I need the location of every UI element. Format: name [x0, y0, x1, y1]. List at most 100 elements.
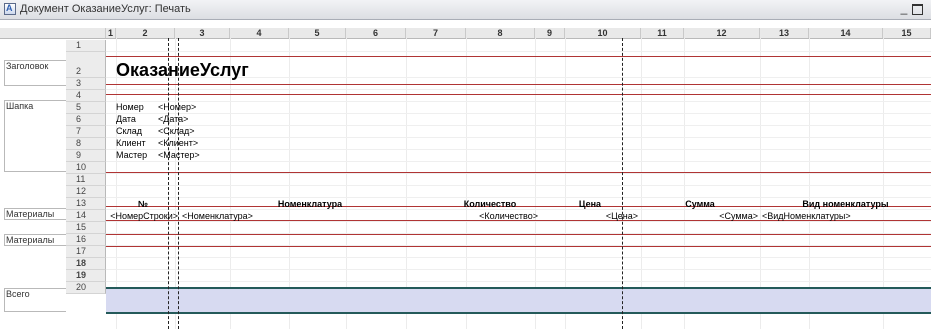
table-column-header: Номенклатура: [277, 199, 343, 209]
total-band: [106, 288, 931, 312]
column-header[interactable]: 6: [346, 28, 406, 38]
row-header[interactable]: 18: [66, 258, 106, 270]
grid-row-line: [106, 281, 931, 282]
column-header[interactable]: 15: [883, 28, 931, 38]
grid-column-line: [883, 38, 884, 329]
minimize-button[interactable]: _: [897, 1, 911, 17]
doc-title: ОказаниеУслуг: [116, 60, 249, 80]
table-parameter-cell: <Цена>: [605, 211, 638, 221]
table-column-header: Сумма: [685, 199, 715, 209]
table-parameter-cell: <ВидНоменклатуры>: [762, 211, 851, 221]
table-column-header: Количество: [463, 199, 517, 209]
print-form-window: Документ ОказаниеУслуг: Печать _ 1234567…: [0, 0, 931, 329]
grid-row-line: [106, 257, 931, 258]
row-header[interactable]: 5: [66, 102, 106, 114]
materials-row-section-label: Материалы: [6, 235, 55, 245]
spreadsheet-grid: 1 2 3 4 5 6 7 8 9 10 11 12 13 14 15 16 17 18 19 20 Заголовок…: [0, 38, 931, 329]
field-parameter: <Склад>: [158, 126, 195, 136]
row-header[interactable]: 10: [66, 162, 106, 174]
field-label: Мастер: [116, 150, 148, 160]
grid-row-line: [106, 137, 931, 138]
grid-row-line: [106, 185, 931, 186]
column-header[interactable]: 14: [809, 28, 883, 38]
row-header[interactable]: 8: [66, 138, 106, 150]
grid-row-line: [106, 113, 931, 114]
window-title: Документ ОказаниеУслуг: Печать: [20, 3, 191, 15]
field-label: Склад: [116, 126, 143, 136]
grid-column-line: [565, 38, 566, 329]
ruler-corner: [66, 28, 106, 38]
section-boundary: [106, 84, 931, 85]
column-header[interactable]: 1: [106, 28, 116, 38]
column-header[interactable]: 12: [684, 28, 760, 38]
grid-column-line: [466, 38, 467, 329]
table-column-header: Цена: [578, 199, 602, 209]
grid-column-line: [289, 38, 290, 329]
row-header[interactable]: 7: [66, 126, 106, 138]
table-column-header: Вид номенклатуры: [802, 199, 889, 209]
row-header[interactable]: 3: [66, 78, 106, 90]
table-column-header: №: [137, 199, 149, 209]
total-section-label: Всего: [6, 289, 30, 299]
row-header[interactable]: 15: [66, 222, 106, 234]
grid-row-line: [106, 51, 931, 52]
row-header[interactable]: 1: [66, 40, 106, 52]
grid-column-line: [346, 38, 347, 329]
row-header[interactable]: 13: [66, 198, 106, 210]
section-boundary: [106, 94, 931, 95]
field-parameter: <Клиент>: [158, 138, 199, 148]
row-header[interactable]: 16: [66, 234, 106, 246]
document-icon: [4, 3, 16, 15]
column-header[interactable]: 4: [230, 28, 289, 38]
column-header[interactable]: 9: [535, 28, 565, 38]
row-header[interactable]: 12: [66, 186, 106, 198]
column-header[interactable]: 7: [406, 28, 466, 38]
row-header[interactable]: 20: [66, 282, 106, 294]
grid-column-line: [684, 38, 685, 329]
section-boundary: [106, 172, 931, 173]
column-header[interactable]: 13: [760, 28, 809, 38]
field-label: Номер: [116, 102, 144, 112]
table-parameter-cell: <НомерСтроки>: [110, 211, 178, 221]
field-parameter: <Дата>: [158, 114, 189, 124]
row-header[interactable]: 11: [66, 174, 106, 186]
row-header[interactable]: 14: [66, 210, 106, 222]
row-header[interactable]: 19: [66, 270, 106, 282]
maximize-button[interactable]: [912, 4, 923, 15]
title-bar: Документ ОказаниеУслуг: Печать _: [0, 0, 931, 20]
column-header[interactable]: 11: [641, 28, 684, 38]
column-header[interactable]: 2: [116, 28, 175, 38]
column-header[interactable]: 10: [565, 28, 641, 38]
grid-column-line: [406, 38, 407, 329]
grid-row-line: [106, 89, 931, 90]
table-parameter-cell: <Номенклатура>: [182, 211, 253, 221]
field-parameter: <Мастер>: [158, 150, 200, 160]
row-header[interactable]: 17: [66, 246, 106, 258]
table-parameter-cell: <Количество>: [479, 211, 538, 221]
section-boundary: [106, 56, 931, 57]
field-label: Дата: [116, 114, 136, 124]
column-header[interactable]: 8: [466, 28, 535, 38]
grid-column-line: [535, 38, 536, 329]
grid-row-line: [106, 161, 931, 162]
grid-row-line: [106, 125, 931, 126]
page-break-line: [168, 38, 169, 329]
total-border: [106, 287, 931, 289]
row-header[interactable]: 4: [66, 90, 106, 102]
grid-row-line: [106, 149, 931, 150]
row-header[interactable]: 9: [66, 150, 106, 162]
row-header[interactable]: 2: [66, 52, 106, 78]
header-section-label: Заголовок: [6, 61, 49, 71]
column-header[interactable]: 3: [175, 28, 230, 38]
grid-row-line: [106, 101, 931, 102]
section-boundary: [106, 234, 931, 235]
column-header[interactable]: 5: [289, 28, 346, 38]
grid-column-line: [809, 38, 810, 329]
row-header[interactable]: 6: [66, 114, 106, 126]
total-border: [106, 312, 931, 314]
grid-row-line: [106, 269, 931, 270]
page-break-line: [622, 38, 623, 329]
grid-column-line: [116, 38, 117, 329]
materials-head-section-label: Материалы: [6, 209, 55, 219]
cap-section-label: Шапка: [6, 101, 34, 111]
